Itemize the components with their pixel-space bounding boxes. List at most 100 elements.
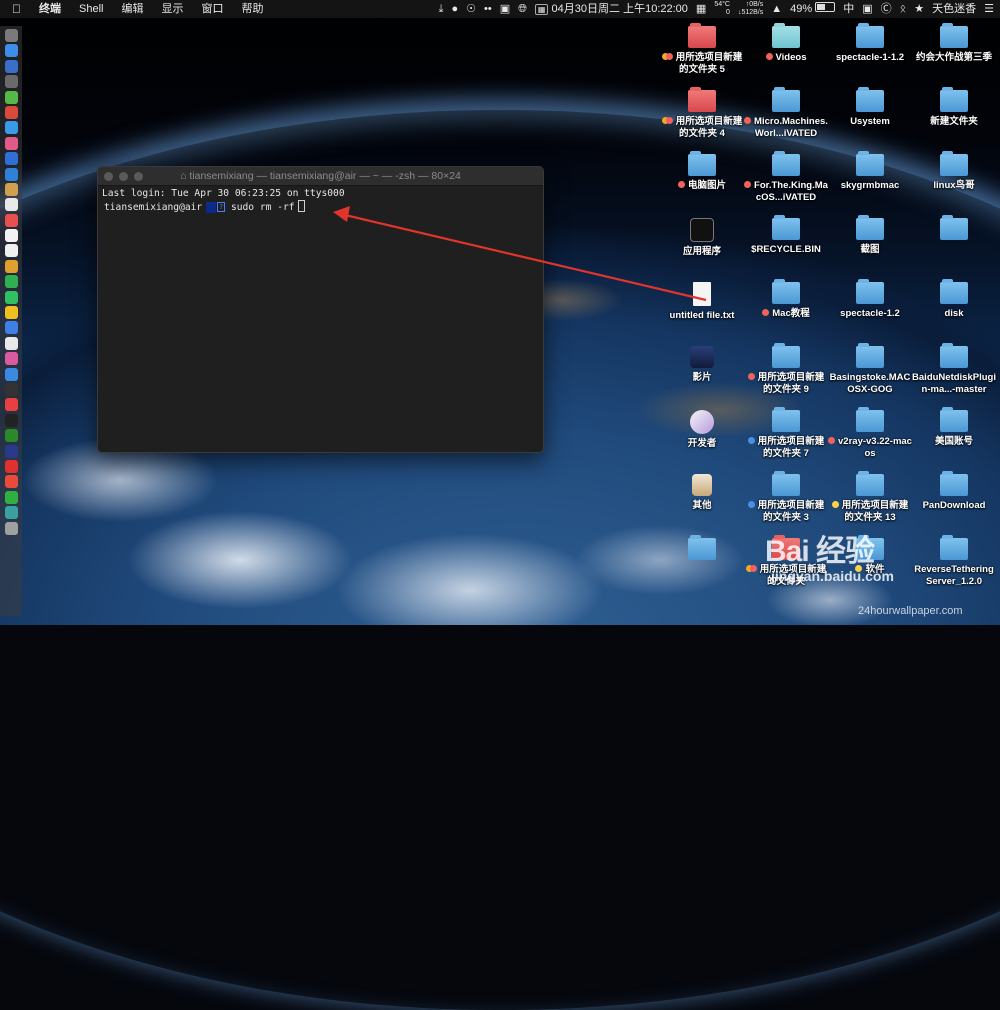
menu-terminal[interactable]: 终端 [30, 0, 70, 18]
desktop-item[interactable]: For.The.King.MacOS...iVATED [744, 151, 828, 204]
dock-app-icon[interactable] [4, 352, 18, 366]
input-method[interactable]: 中 [843, 0, 854, 18]
dock-app-icon[interactable] [4, 59, 18, 73]
desktop-item[interactable]: Micro.Machines.Worl...iVATED [744, 87, 828, 140]
folder-icon [940, 279, 968, 304]
cpu-monitor[interactable]: 54°C 0 [714, 1, 730, 17]
desktop-item[interactable]: 约会大作战第三季 [912, 23, 996, 64]
grid-icon[interactable]: ▦ [696, 0, 706, 18]
dock-app-icon[interactable] [4, 398, 18, 412]
dock-app-icon[interactable] [4, 444, 18, 458]
desktop-item[interactable]: skygrmbmac [828, 151, 912, 192]
desktop-item[interactable]: 新建文件夹 [912, 87, 996, 128]
desktop-item-label: 用所选项目新建的文件夹 3 [744, 500, 828, 524]
desktop-item[interactable] [912, 215, 996, 244]
menu-edit[interactable]: 编辑 [112, 0, 152, 18]
bluetooth-icon[interactable]: ᛟ [900, 0, 907, 18]
dock-app-icon[interactable] [4, 382, 18, 396]
dock-app-icon[interactable] [4, 44, 18, 58]
desktop-item[interactable]: 用所选项目新建的文件夹 13 [828, 471, 912, 524]
dock-app-icon[interactable] [4, 290, 18, 304]
desktop-item[interactable]: 美国账号 [912, 407, 996, 448]
dock-app-icon[interactable] [4, 167, 18, 181]
desktop-item[interactable]: 影片 [660, 346, 744, 384]
desktop-item[interactable]: 用所选项目新建的文件夹 3 [744, 471, 828, 524]
desktop-item[interactable]: 电脑图片 [660, 151, 744, 192]
dock-app-icon[interactable] [4, 213, 18, 227]
desktop-item[interactable]: ReverseTetheringServer_1.2.0 [912, 535, 996, 588]
dock-app-icon[interactable] [4, 490, 18, 504]
dock-app-icon[interactable] [4, 105, 18, 119]
desktop-item[interactable]: 用所选项目新建的文件夹 7 [744, 407, 828, 460]
desktop-item[interactable]: untitled file.txt [660, 282, 744, 322]
dock-app-icon[interactable] [4, 198, 18, 212]
dock-app-icon[interactable] [4, 336, 18, 350]
terminal-body[interactable]: Last login: Tue Apr 30 06:23:25 on ttys0… [98, 186, 543, 216]
dock-app-icon[interactable] [4, 459, 18, 473]
network-monitor[interactable]: ↑0B/s ↓512B/s [738, 1, 763, 17]
dock-app-icon[interactable] [4, 152, 18, 166]
desktop-item[interactable]: linux鸟哥 [912, 151, 996, 192]
s-app-icon[interactable]: Ⓒ [881, 0, 892, 18]
desktop-item[interactable]: v2ray-v3.22-macos [828, 407, 912, 460]
dock-app-icon[interactable] [4, 29, 18, 42]
star-icon[interactable]: ★ [914, 0, 924, 18]
display-icon[interactable]: ▣ [862, 0, 872, 18]
dock-app-icon[interactable] [4, 506, 18, 520]
dock-app-icon[interactable] [4, 136, 18, 150]
desktop-item[interactable]: Basingstoke.MACOSX-GOG [828, 343, 912, 396]
globe-icon[interactable]: 🌐︎ [518, 0, 527, 18]
menu-help[interactable]: 帮助 [232, 0, 272, 18]
desktop-item[interactable]: 用所选项目新建的文件夹 4 [660, 87, 744, 140]
desktop-item[interactable]: spectacle-1.2 [828, 279, 912, 320]
dock-app-icon[interactable] [4, 306, 18, 320]
ghost-icon[interactable]: ● [451, 0, 458, 18]
dock-app-icon[interactable] [4, 275, 18, 289]
desktop-item[interactable]: spectacle-1-1.2 [828, 23, 912, 64]
menu-view[interactable]: 显示 [152, 0, 192, 18]
dock-app-icon[interactable] [4, 229, 18, 243]
desktop-item[interactable]: disk [912, 279, 996, 320]
wifi-icon[interactable]: ▲ [771, 0, 782, 18]
dock-app-icon[interactable] [4, 259, 18, 273]
notification-icon[interactable]: ▣ [500, 0, 510, 18]
desktop-item-text: 新建文件夹 [930, 116, 978, 127]
battery-status[interactable]: 49% [790, 0, 836, 18]
desktop-item[interactable]: 用所选项目新建的文件夹 9 [744, 343, 828, 396]
desktop-item[interactable]: 开发者 [660, 410, 744, 450]
apple-menu-icon[interactable]:  [0, 0, 30, 18]
menu-shell[interactable]: Shell [70, 0, 112, 18]
desktop-item[interactable]: Videos [744, 23, 828, 64]
desktop-item[interactable] [660, 535, 744, 564]
dock-app-icon[interactable] [4, 75, 18, 89]
desktop-item[interactable]: BaiduNetdiskPlugin-ma...-master [912, 343, 996, 396]
dock-app-icon[interactable] [4, 475, 18, 489]
user-name[interactable]: 天色迷香 [932, 0, 976, 18]
dock-app-icon[interactable] [4, 121, 18, 135]
menu-window[interactable]: 窗口 [192, 0, 232, 18]
dots-icon[interactable]: •• [484, 0, 492, 18]
dock-app-icon[interactable] [4, 182, 18, 196]
desktop-item[interactable]: 用所选项目新建的文件夹 5 [660, 23, 744, 76]
dock-app-icon[interactable] [4, 90, 18, 104]
download-icon[interactable]: ⤓ [439, 0, 444, 18]
desktop-item-label: disk [912, 308, 996, 320]
dock-app-icon[interactable] [4, 521, 18, 535]
desktop-item[interactable]: $RECYCLE.BIN [744, 215, 828, 256]
date-time[interactable]: ▦ 04月30日周二 上午10:22:00 [534, 0, 688, 18]
dock-app-icon[interactable] [4, 367, 18, 381]
desktop-item[interactable]: Usystem [828, 87, 912, 128]
dock-app-icon[interactable] [4, 429, 18, 443]
notification-center-icon[interactable]: ☰ [984, 0, 994, 18]
dock-app-icon[interactable] [4, 244, 18, 258]
terminal-window[interactable]: ⌂ tiansemixiang — tiansemixiang@air — ~ … [97, 166, 544, 453]
terminal-titlebar[interactable]: ⌂ tiansemixiang — tiansemixiang@air — ~ … [98, 167, 543, 186]
dock-app-icon[interactable] [4, 413, 18, 427]
desktop-item[interactable]: 截图 [828, 215, 912, 256]
desktop-item[interactable]: 其他 [660, 474, 744, 512]
desktop-item[interactable]: 应用程序 [660, 218, 744, 258]
dock-app-icon[interactable] [4, 321, 18, 335]
desktop-item[interactable]: PanDownload [912, 471, 996, 512]
desktop-item[interactable]: Mac教程 [744, 279, 828, 320]
compass-icon[interactable]: ☉ [466, 0, 476, 18]
